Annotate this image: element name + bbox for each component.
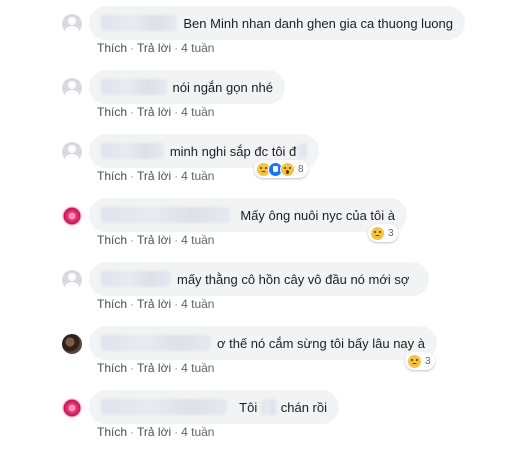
like-link[interactable]: Thích [97,233,127,247]
comment-bubble: mấy thằng cô hồn cây vô đầu nó mới sợ [89,262,429,296]
timestamp[interactable]: 4 tuần [181,105,214,119]
comment-item: minh nghi sắp đc tôi đ 8 Thích · Trả lời · 4… [0,128,512,188]
comment-item: Ben Minh nhan danh ghen gia ca thuong lu… [0,0,512,60]
blurred-username[interactable] [101,143,164,159]
like-link[interactable]: Thích [97,41,127,55]
reaction-summary[interactable]: 3 [405,352,435,370]
comment-item: nói ngắn gọn nhé Thích · Trả lời · 4 tuần [0,64,512,124]
reply-link[interactable]: Trả lời [137,361,171,375]
reaction-count: 3 [425,355,431,367]
comment-text: Tôi [239,399,258,415]
comment-bubble: nói ngắn gọn nhé [89,70,285,104]
comment-actions: Thích · Trả lời · 4 tuần [97,105,215,119]
like-link[interactable]: Thích [97,297,127,311]
comment-actions: Thích · Trả lời · 4 tuần [97,233,215,247]
like-link[interactable]: Thích [97,361,127,375]
like-link[interactable]: Thích [97,169,127,183]
timestamp[interactable]: 4 tuần [181,425,214,439]
comment-item: Mấy ông nuôi nyc của tôi à 3 Thích · Trả l… [0,192,512,252]
blurred-username[interactable] [101,79,167,95]
blurred-username[interactable] [101,399,228,415]
default-avatar-icon[interactable] [62,270,82,290]
reply-link[interactable]: Trả lời [137,41,171,55]
comment-bubble: Tôi chán rồi [89,390,339,424]
default-avatar-icon[interactable] [62,14,82,34]
reaction-summary[interactable]: 8 [254,160,308,178]
sad-reaction-icon [407,353,422,369]
timestamp[interactable]: 4 tuần [181,361,214,375]
blurred-word [298,143,307,159]
default-avatar-icon[interactable] [62,142,82,162]
flower-avatar[interactable] [62,206,82,226]
like-link[interactable]: Thích [97,425,127,439]
comment-text: Mấy ông nuôi nyc của tôi à [240,207,395,223]
timestamp[interactable]: 4 tuần [181,41,214,55]
blurred-username[interactable] [101,335,211,351]
comment-item: mấy thằng cô hồn cây vô đầu nó mới sợ Th… [0,256,512,316]
blurred-username[interactable] [101,207,231,223]
comment-bubble: Mấy ông nuôi nyc của tôi à [89,198,407,232]
comment-actions: Thích · Trả lời · 4 tuần [97,169,215,183]
comment-item: ơ thế nó cắm sừng tôi bấy lâu nay à 3 Th… [0,320,512,380]
comment-item: Tôi chán rồi Thích · Trả lời · 4 tuần [0,384,512,444]
reaction-count: 8 [298,163,304,175]
reply-link[interactable]: Trả lời [137,105,171,119]
comment-text: ơ thế nó cắm sừng tôi bấy lâu nay à [216,335,425,351]
reply-link[interactable]: Trả lời [137,233,171,247]
like-link[interactable]: Thích [97,105,127,119]
blurred-word [261,399,277,415]
comment-bubble: ơ thế nó cắm sừng tôi bấy lâu nay à [89,326,437,360]
reaction-summary[interactable]: 3 [368,224,398,242]
comment-actions: Thích · Trả lời · 4 tuần [97,361,215,375]
comment-text: minh nghi sắp đc tôi đ [169,143,297,159]
default-avatar-icon[interactable] [62,78,82,98]
reply-link[interactable]: Trả lời [137,425,171,439]
comment-text: Ben Minh nhan danh ghen gia ca thuong lu… [183,15,453,31]
comment-text: nói ngắn gọn nhé [172,79,273,95]
blurred-username[interactable] [101,15,178,31]
comment-bubble: Ben Minh nhan danh ghen gia ca thuong lu… [89,6,465,40]
comment-actions: Thích · Trả lời · 4 tuần [97,425,215,439]
timestamp[interactable]: 4 tuần [181,169,214,183]
comment-actions: Thích · Trả lời · 4 tuần [97,297,215,311]
comment-text-end: chán rồi [280,399,327,415]
comment-actions: Thích · Trả lời · 4 tuần [97,41,215,55]
timestamp[interactable]: 4 tuần [181,297,214,311]
blurred-username[interactable] [101,271,171,287]
wow-reaction-icon [280,161,295,177]
reply-link[interactable]: Trả lời [137,297,171,311]
reply-link[interactable]: Trả lời [137,169,171,183]
comment-text: mấy thằng cô hồn cây vô đầu nó mới sợ [177,271,410,287]
flower-avatar[interactable] [62,398,82,418]
sad-reaction-icon [370,225,385,241]
timestamp[interactable]: 4 tuần [181,233,214,247]
photo-avatar[interactable] [62,334,82,354]
reaction-count: 3 [388,227,394,239]
